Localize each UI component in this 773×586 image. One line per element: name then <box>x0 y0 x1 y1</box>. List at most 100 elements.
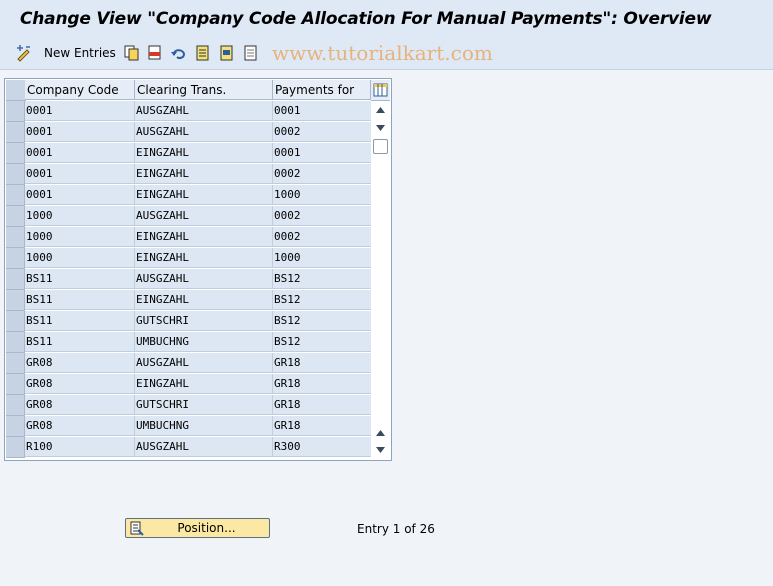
select-all-icon[interactable] <box>194 44 212 62</box>
row-selector[interactable] <box>6 311 25 332</box>
table-settings-icon[interactable] <box>371 80 390 101</box>
table-row[interactable]: BS11 AUSGZAHL BS12 <box>6 269 372 290</box>
company-code-cell[interactable]: BS11 <box>25 311 135 331</box>
company-code-cell[interactable]: GR08 <box>25 374 135 394</box>
payments-for-cell[interactable]: GR18 <box>273 416 372 436</box>
clearing-trans-cell[interactable]: EINGZAHL <box>135 164 273 184</box>
company-code-cell[interactable]: R100 <box>25 437 135 457</box>
row-selector[interactable] <box>6 143 25 164</box>
table-row[interactable]: 0001 AUSGZAHL 0001 <box>6 101 372 122</box>
payments-for-cell[interactable]: GR18 <box>273 374 372 394</box>
company-code-cell[interactable]: 0001 <box>25 143 135 163</box>
select-block-icon[interactable] <box>218 44 236 62</box>
payments-for-cell[interactable]: BS12 <box>273 332 372 352</box>
row-selector[interactable] <box>6 353 25 374</box>
company-code-cell[interactable]: BS11 <box>25 332 135 352</box>
clearing-trans-cell[interactable]: EINGZAHL <box>135 290 273 310</box>
scroll-page-down-icon[interactable] <box>374 443 386 457</box>
payments-for-cell[interactable]: 0001 <box>273 143 372 163</box>
company-code-cell[interactable]: 1000 <box>25 206 135 226</box>
new-entries-button[interactable]: New Entries <box>44 46 116 60</box>
clearing-trans-cell[interactable]: AUSGZAHL <box>135 101 273 121</box>
payments-for-cell[interactable]: R300 <box>273 437 372 457</box>
table-row[interactable]: BS11 EINGZAHL BS12 <box>6 290 372 311</box>
clearing-trans-cell[interactable]: UMBUCHNG <box>135 332 273 352</box>
table-row[interactable]: 1000 EINGZAHL 1000 <box>6 248 372 269</box>
table-row[interactable]: R100 AUSGZAHL R300 <box>6 437 372 458</box>
company-code-cell[interactable]: 0001 <box>25 164 135 184</box>
scroll-up-icon[interactable] <box>374 103 386 117</box>
clearing-trans-cell[interactable]: AUSGZAHL <box>135 437 273 457</box>
clearing-trans-cell[interactable]: EINGZAHL <box>135 143 273 163</box>
payments-for-cell[interactable]: GR18 <box>273 353 372 373</box>
payments-for-cell[interactable]: 0002 <box>273 122 372 142</box>
row-selector[interactable] <box>6 395 25 416</box>
table-row[interactable]: BS11 GUTSCHRI BS12 <box>6 311 372 332</box>
company-code-cell[interactable]: 0001 <box>25 101 135 121</box>
deselect-all-icon[interactable] <box>242 44 260 62</box>
clearing-trans-cell[interactable]: EINGZAHL <box>135 248 273 268</box>
row-selector[interactable] <box>6 248 25 269</box>
row-selector[interactable] <box>6 290 25 311</box>
company-code-cell[interactable]: GR08 <box>25 353 135 373</box>
payments-for-cell[interactable]: BS12 <box>273 311 372 331</box>
table-row[interactable]: GR08 AUSGZAHL GR18 <box>6 353 372 374</box>
payments-for-cell[interactable]: 0002 <box>273 227 372 247</box>
company-code-cell[interactable]: BS11 <box>25 290 135 310</box>
clearing-trans-cell[interactable]: AUSGZAHL <box>135 269 273 289</box>
table-row[interactable]: GR08 EINGZAHL GR18 <box>6 374 372 395</box>
company-code-cell[interactable]: 0001 <box>25 122 135 142</box>
column-header-payments-for[interactable]: Payments for <box>273 80 371 100</box>
row-selector[interactable] <box>6 332 25 353</box>
column-header-company-code[interactable]: Company Code <box>25 80 135 100</box>
row-selector[interactable] <box>6 164 25 185</box>
company-code-cell[interactable]: GR08 <box>25 416 135 436</box>
row-selector[interactable] <box>6 122 25 143</box>
company-code-cell[interactable]: GR08 <box>25 395 135 415</box>
undo-icon[interactable] <box>170 44 188 62</box>
scrollbar-thumb[interactable] <box>373 139 388 154</box>
copy-icon[interactable] <box>123 44 141 62</box>
row-selector[interactable] <box>6 416 25 437</box>
scroll-down-icon[interactable] <box>374 121 386 135</box>
row-selector[interactable] <box>6 374 25 395</box>
payments-for-cell[interactable]: GR18 <box>273 395 372 415</box>
table-row[interactable]: 1000 AUSGZAHL 0002 <box>6 206 372 227</box>
clearing-trans-cell[interactable]: GUTSCHRI <box>135 395 273 415</box>
row-selector[interactable] <box>6 206 25 227</box>
company-code-cell[interactable]: 1000 <box>25 227 135 247</box>
table-row[interactable]: 1000 EINGZAHL 0002 <box>6 227 372 248</box>
row-selector[interactable] <box>6 185 25 206</box>
payments-for-cell[interactable]: 1000 <box>273 248 372 268</box>
clearing-trans-cell[interactable]: GUTSCHRI <box>135 311 273 331</box>
payments-for-cell[interactable]: BS12 <box>273 269 372 289</box>
table-row[interactable]: 0001 EINGZAHL 0001 <box>6 143 372 164</box>
vertical-scrollbar[interactable] <box>371 101 390 459</box>
payments-for-cell[interactable]: BS12 <box>273 290 372 310</box>
table-row[interactable]: BS11 UMBUCHNG BS12 <box>6 332 372 353</box>
table-row[interactable]: 0001 EINGZAHL 0002 <box>6 164 372 185</box>
payments-for-cell[interactable]: 0002 <box>273 164 372 184</box>
clearing-trans-cell[interactable]: EINGZAHL <box>135 227 273 247</box>
delete-icon[interactable] <box>146 44 164 62</box>
display-change-icon[interactable] <box>15 44 33 62</box>
payments-for-cell[interactable]: 0001 <box>273 101 372 121</box>
payments-for-cell[interactable]: 0002 <box>273 206 372 226</box>
row-selector[interactable] <box>6 269 25 290</box>
company-code-cell[interactable]: 0001 <box>25 185 135 205</box>
company-code-cell[interactable]: 1000 <box>25 248 135 268</box>
clearing-trans-cell[interactable]: EINGZAHL <box>135 185 273 205</box>
table-row[interactable]: 0001 EINGZAHL 1000 <box>6 185 372 206</box>
company-code-cell[interactable]: BS11 <box>25 269 135 289</box>
payments-for-cell[interactable]: 1000 <box>273 185 372 205</box>
scroll-page-up-icon[interactable] <box>374 426 386 440</box>
table-row[interactable]: GR08 UMBUCHNG GR18 <box>6 416 372 437</box>
select-all-rows-button[interactable] <box>6 80 26 101</box>
clearing-trans-cell[interactable]: AUSGZAHL <box>135 122 273 142</box>
row-selector[interactable] <box>6 101 25 122</box>
clearing-trans-cell[interactable]: UMBUCHNG <box>135 416 273 436</box>
clearing-trans-cell[interactable]: AUSGZAHL <box>135 353 273 373</box>
row-selector[interactable] <box>6 437 25 458</box>
clearing-trans-cell[interactable]: AUSGZAHL <box>135 206 273 226</box>
table-row[interactable]: 0001 AUSGZAHL 0002 <box>6 122 372 143</box>
